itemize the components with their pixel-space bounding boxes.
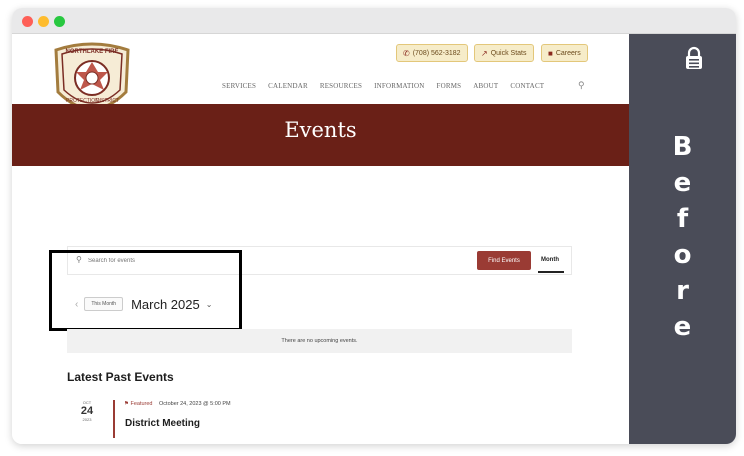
highlight-annotation-box	[49, 250, 242, 331]
quick-stats-label: Quick Stats	[490, 49, 527, 57]
tab-active-indicator	[538, 271, 564, 273]
side-letter-f: f	[676, 204, 689, 234]
event-datetime: October 24, 2023 @ 5:00 PM	[159, 401, 231, 407]
side-letter-o: o	[673, 240, 692, 270]
chart-icon: ↗	[481, 48, 488, 58]
side-letter-r: r	[676, 276, 689, 306]
event-title-link[interactable]: District Meeting	[125, 418, 200, 429]
lock-icon	[686, 46, 702, 69]
main-nav: SERVICES CALENDAR RESOURCES INFORMATION …	[222, 82, 544, 90]
no-events-notice: There are no upcoming events.	[67, 329, 572, 353]
website-content: NORTHLAKE FIRE PROTECTION DISTRICT ✆ (70…	[12, 34, 629, 444]
page-title: Events	[284, 118, 357, 142]
logo-top-text: NORTHLAKE FIRE	[66, 49, 119, 55]
side-letter-b: B	[672, 132, 693, 162]
minimize-window-button[interactable]	[38, 16, 49, 27]
maximize-window-button[interactable]	[54, 16, 65, 27]
featured-label: Featured	[130, 401, 153, 407]
careers-button[interactable]: ■ Careers	[541, 44, 588, 62]
nav-item-calendar[interactable]: CALENDAR	[268, 82, 308, 90]
event-date-block: OCT 24 2023	[78, 400, 96, 422]
phone-label: (708) 562-3182	[412, 49, 461, 57]
event-year: 2023	[82, 417, 92, 422]
nav-item-services[interactable]: SERVICES	[222, 82, 256, 90]
phone-button[interactable]: ✆ (708) 562-3182	[396, 44, 468, 62]
event-meta: ⚑ Featured October 24, 2023 @ 5:00 PM	[124, 401, 231, 407]
careers-label: Careers	[555, 49, 581, 57]
nav-item-about[interactable]: ABOUT	[473, 82, 498, 90]
nav-item-information[interactable]: INFORMATION	[374, 82, 424, 90]
tab-month[interactable]: Month	[541, 257, 559, 263]
nav-item-resources[interactable]: RESOURCES	[320, 82, 362, 90]
event-day: 24	[80, 405, 94, 417]
close-window-button[interactable]	[22, 16, 33, 27]
fire-truck-icon: ■	[548, 48, 553, 58]
browser-window: NORTHLAKE FIRE PROTECTION DISTRICT ✆ (70…	[12, 8, 736, 444]
find-events-button[interactable]: Find Events	[477, 251, 531, 270]
quick-stats-button[interactable]: ↗ Quick Stats	[474, 44, 534, 62]
page-banner: Events	[12, 104, 629, 166]
search-icon[interactable]: ⚲	[578, 80, 585, 91]
phone-icon: ✆	[403, 48, 410, 58]
side-letter-e2: e	[673, 312, 692, 342]
title-bar	[12, 8, 736, 34]
event-divider	[113, 400, 115, 438]
nav-item-forms[interactable]: FORMS	[437, 82, 462, 90]
nav-item-contact[interactable]: CONTACT	[510, 82, 544, 90]
side-letter-e1: e	[673, 168, 692, 198]
latest-past-events-heading: Latest Past Events	[67, 370, 174, 384]
before-side-panel: B e f o r e	[629, 34, 736, 444]
featured-badge: ⚑ Featured	[124, 401, 153, 407]
